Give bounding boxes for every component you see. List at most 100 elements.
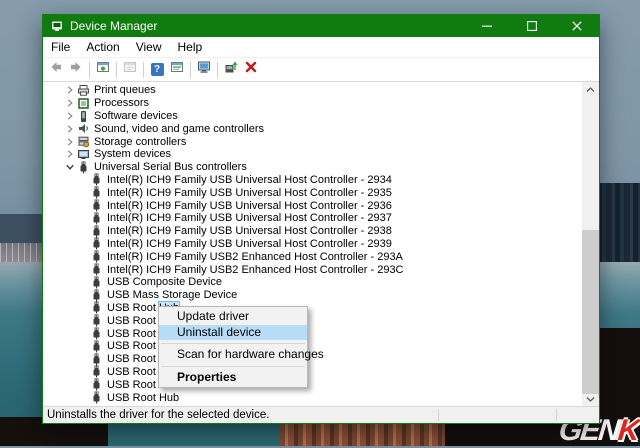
statusbar-divider xyxy=(438,409,439,421)
toolbar: ? xyxy=(43,58,599,82)
tree-row[interactable]: Intel(R) ICH9 Family USB Universal Host … xyxy=(43,174,582,187)
usb-icon xyxy=(90,353,103,366)
maximize-button[interactable] xyxy=(509,15,554,37)
tree-row-selected[interactable]: USB Root Hub xyxy=(43,302,582,315)
speaker-icon xyxy=(77,122,90,135)
tree-row[interactable]: Processors xyxy=(43,97,582,110)
tree-row[interactable]: Sound, video and game controllers xyxy=(43,122,582,135)
menu-help[interactable]: Help xyxy=(170,38,211,56)
chevron-right-icon[interactable] xyxy=(63,149,77,160)
console-tree-button[interactable] xyxy=(93,60,113,80)
uninstall-x-icon xyxy=(244,60,258,79)
context-menu-item-update-driver[interactable]: Update driver xyxy=(159,309,307,325)
tree-row[interactable]: USB Root Hub xyxy=(43,314,582,327)
tree-row[interactable]: USB Root Hub xyxy=(43,391,582,404)
tree-item-label: Software devices xyxy=(94,110,178,122)
context-menu-item-uninstall-device[interactable]: Uninstall device xyxy=(159,325,307,341)
show-window-button[interactable] xyxy=(167,60,187,80)
menu-action[interactable]: Action xyxy=(78,38,127,56)
back-button[interactable] xyxy=(46,60,66,80)
device-manager-window: Device Manager FileActionViewHelp ? Prin… xyxy=(42,14,600,424)
tree-item-label: Intel(R) ICH9 Family USB Universal Host … xyxy=(107,238,392,250)
status-text: Uninstalls the driver for the selected d… xyxy=(43,409,269,421)
computer-icon xyxy=(77,148,90,161)
tree-item-label: Universal Serial Bus controllers xyxy=(94,161,247,173)
tree-row[interactable]: System devices xyxy=(43,148,582,161)
tree-row[interactable]: Intel(R) ICH9 Family USB Universal Host … xyxy=(43,238,582,251)
monitor-icon xyxy=(197,60,211,79)
tree-row[interactable]: USB Root Hub xyxy=(43,327,582,340)
context-menu: Update driverUninstall device Scan for ha… xyxy=(158,306,308,388)
scrollbar-down-arrow-icon[interactable] xyxy=(582,391,599,406)
tree-item-label: Intel(R) ICH9 Family USB Universal Host … xyxy=(107,174,392,186)
tree-row[interactable]: Print queues xyxy=(43,84,582,97)
help-icon: ? xyxy=(151,63,164,76)
usb-icon xyxy=(90,276,103,289)
chevron-right-icon[interactable] xyxy=(63,136,77,147)
tree-row[interactable]: USB Composite Device xyxy=(43,276,582,289)
uninstall-device-toolbar-button[interactable] xyxy=(241,60,261,80)
tree-item-label: Intel(R) ICH9 Family USB2 Enhanced Host … xyxy=(107,264,404,276)
tree-row[interactable]: Intel(R) ICH9 Family USB2 Enhanced Host … xyxy=(43,263,582,276)
desktop-wallpaper-bridge xyxy=(280,421,445,446)
chevron-down-icon[interactable] xyxy=(63,162,77,173)
chevron-right-icon[interactable] xyxy=(63,110,77,121)
usb-icon xyxy=(90,250,103,263)
cpu-icon xyxy=(77,97,90,110)
usb-icon xyxy=(90,199,103,212)
scrollbar-thumb[interactable] xyxy=(582,230,599,394)
chevron-right-icon[interactable] xyxy=(63,85,77,96)
scrollbar-up-arrow-icon[interactable] xyxy=(582,82,599,97)
update-driver-icon xyxy=(224,60,238,79)
chevron-right-icon[interactable] xyxy=(63,98,77,109)
properties-toolbar-button[interactable] xyxy=(120,60,140,80)
tree-row[interactable]: Intel(R) ICH9 Family USB Universal Host … xyxy=(43,186,582,199)
tree-item-label: USB Root Hub xyxy=(107,392,179,404)
tree-row[interactable]: Storage controllers xyxy=(43,135,582,148)
usb-icon xyxy=(90,186,103,199)
usb-icon xyxy=(90,301,103,314)
tree-row[interactable]: Intel(R) ICH9 Family USB2 Enhanced Host … xyxy=(43,250,582,263)
usb-icon xyxy=(90,237,103,250)
tree-item-label: Processors xyxy=(94,97,149,109)
context-menu-item-properties[interactable]: Properties xyxy=(159,370,307,386)
chevron-right-icon[interactable] xyxy=(63,123,77,134)
toolbar-separator xyxy=(143,62,144,78)
scan-hardware-changes-button[interactable] xyxy=(194,60,214,80)
tree-row[interactable]: USB Mass Storage Device xyxy=(43,289,582,302)
tree-row[interactable]: USB Root Hub xyxy=(43,378,582,391)
tree-item-label: Intel(R) ICH9 Family USB Universal Host … xyxy=(107,200,392,212)
context-menu-separator xyxy=(161,366,305,367)
window-list-icon xyxy=(170,60,184,79)
vertical-scrollbar[interactable] xyxy=(582,82,599,406)
tree-row[interactable]: Intel(R) ICH9 Family USB Universal Host … xyxy=(43,199,582,212)
tree-item-label: Intel(R) ICH9 Family USB2 Enhanced Host … xyxy=(107,251,403,263)
usb-icon xyxy=(77,161,90,174)
software-icon xyxy=(77,110,90,123)
usb-icon xyxy=(90,378,103,391)
usb-icon xyxy=(90,327,103,340)
console-window-icon xyxy=(96,60,110,79)
dialog-disabled-icon xyxy=(123,60,137,79)
tree-row[interactable]: Intel(R) ICH9 Family USB Universal Host … xyxy=(43,212,582,225)
forward-button[interactable] xyxy=(66,60,86,80)
tree-row[interactable]: USB Root Hub xyxy=(43,366,582,379)
tree-item-label: Sound, video and game controllers xyxy=(94,123,264,135)
menu-file[interactable]: File xyxy=(43,38,78,56)
tree-row[interactable]: Software devices xyxy=(43,110,582,123)
update-driver-toolbar-button[interactable] xyxy=(221,60,241,80)
titlebar[interactable]: Device Manager xyxy=(43,15,599,37)
tree-row[interactable]: Universal Serial Bus controllers xyxy=(43,161,582,174)
tree-item-label: USB Mass Storage Device xyxy=(107,289,237,301)
help-button[interactable]: ? xyxy=(147,60,167,80)
close-button[interactable] xyxy=(554,15,599,37)
tree-row[interactable]: Intel(R) ICH9 Family USB Universal Host … xyxy=(43,225,582,238)
menu-view[interactable]: View xyxy=(128,38,170,56)
menubar: FileActionViewHelp xyxy=(43,37,599,58)
tree-item-label: System devices xyxy=(94,148,171,160)
toolbar-separator xyxy=(116,62,117,78)
context-menu-item-scan-for-hardware-changes[interactable]: Scan for hardware changes xyxy=(159,347,307,363)
minimize-button[interactable] xyxy=(464,15,509,37)
statusbar-divider xyxy=(556,409,557,421)
forward-icon xyxy=(69,60,83,79)
